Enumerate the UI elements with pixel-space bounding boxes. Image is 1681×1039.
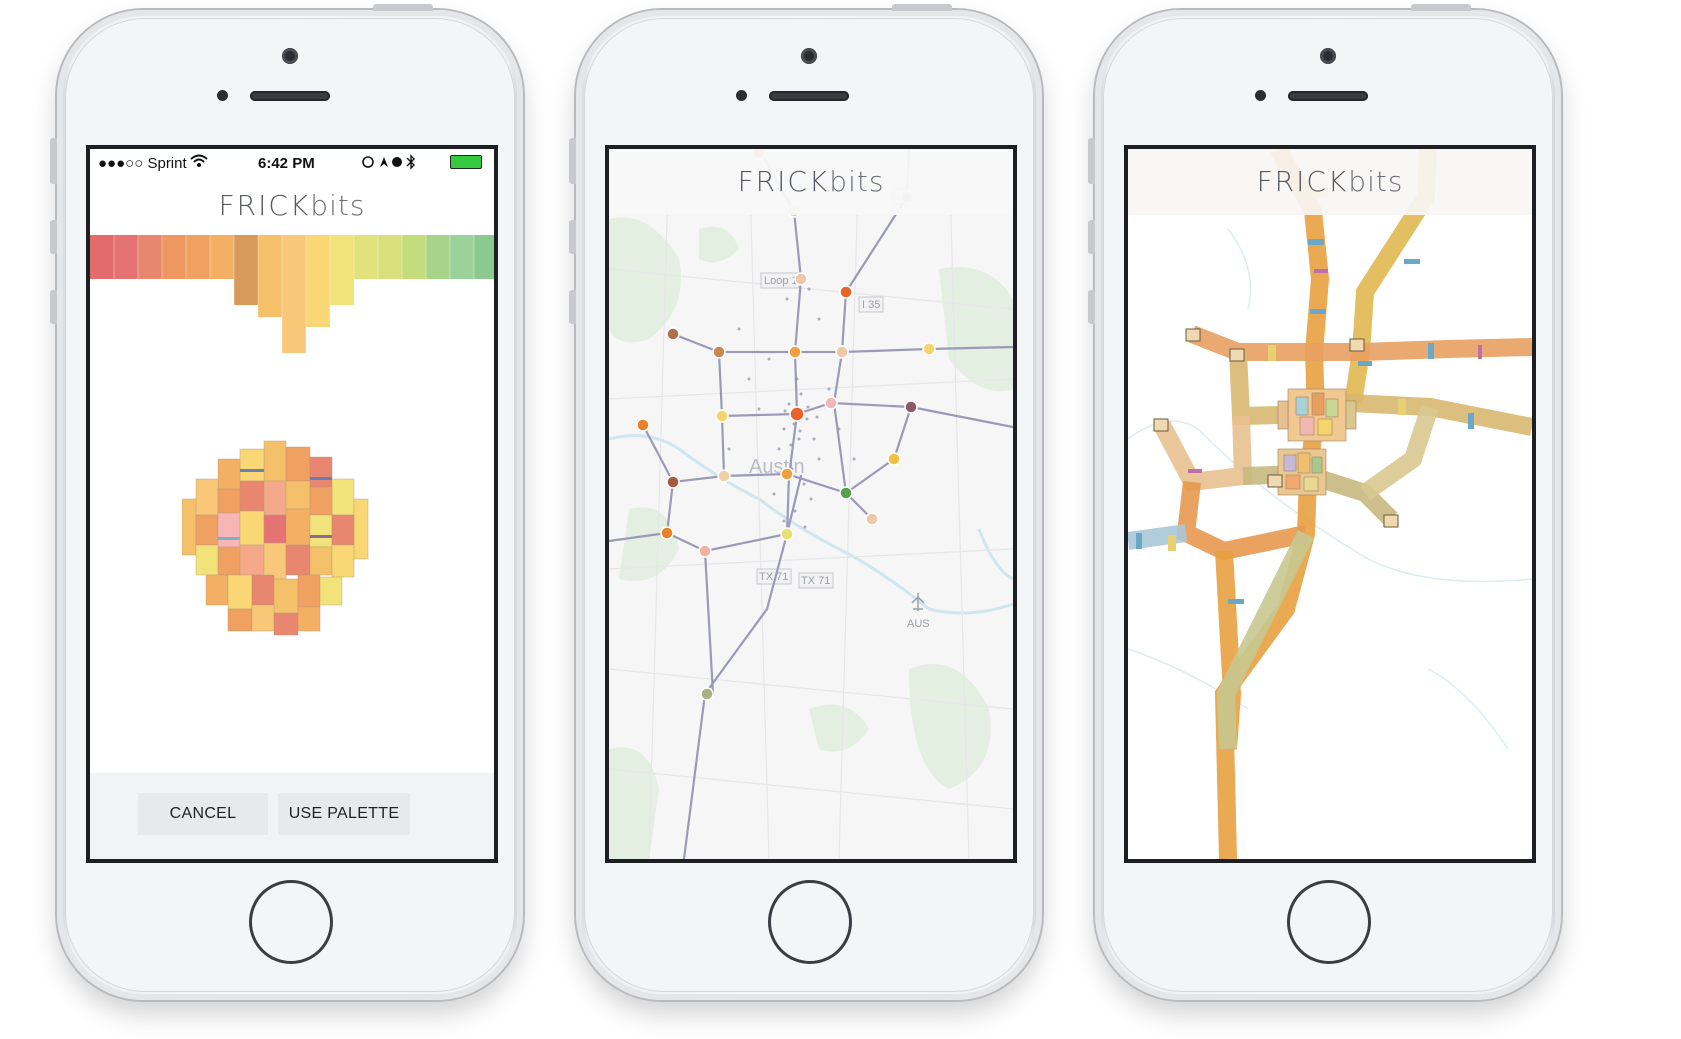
app-title: FRICKbits [1128,165,1532,198]
bluetooth-icon [406,154,416,174]
brick-route-map[interactable] [1128,149,1532,859]
map-label-tx71b: TX 71 [801,575,830,587]
clock: 6:42 PM [258,155,315,172]
title-main: FRICK [1256,165,1349,198]
carrier-label: ●●●○○ Sprint [98,155,187,172]
cancel-button[interactable]: CANCEL [138,793,268,835]
app-title: FRICKbits [609,165,1013,198]
front-camera [1320,48,1336,64]
home-button[interactable] [249,880,333,964]
city-map[interactable]: Loop 1 I 35 I TX 71 TX 71 AUS Austin [609,149,1013,859]
phone-route-map: Loop 1 I 35 I TX 71 TX 71 AUS Austin [569,4,1042,1000]
phone-brick-routes: FRICKbits [1088,4,1561,1000]
title-main: FRICK [737,165,830,198]
palette-histogram [90,235,494,353]
map-label-i35: I 35 [862,299,880,311]
wifi-icon [190,153,208,173]
front-camera [282,48,298,64]
earpiece-speaker [250,91,330,101]
phone-palette: ●●●○○ Sprint 6:42 PM FRICKbits CANCEL US… [50,4,523,1000]
palette-screen: ●●●○○ Sprint 6:42 PM FRICKbits CANCEL US… [86,145,498,863]
title-sub: bits [310,189,366,222]
use-palette-button[interactable]: USE PALETTE [278,793,410,835]
earpiece-speaker [1288,91,1368,101]
home-button[interactable] [768,880,852,964]
location-icon [362,154,402,174]
title-main: FRICK [218,189,311,222]
brick-mosaic [182,440,369,636]
title-sub: bits [829,165,885,198]
battery-icon [450,155,482,169]
home-button[interactable] [1287,880,1371,964]
status-bar: ●●●○○ Sprint 6:42 PM [90,149,494,177]
title-sub: bits [1348,165,1404,198]
brick-routes-screen: FRICKbits [1124,145,1536,863]
front-camera [801,48,817,64]
route-map-screen: Loop 1 I 35 I TX 71 TX 71 AUS Austin [605,145,1017,863]
proximity-sensor [1255,90,1266,101]
palette-actions: CANCEL USE PALETTE [90,773,494,859]
map-label-loop: Loop 1 [764,275,798,287]
proximity-sensor [736,90,747,101]
proximity-sensor [217,90,228,101]
earpiece-speaker [769,91,849,101]
app-title: FRICKbits [90,189,494,222]
map-label-airport: AUS [907,618,930,630]
